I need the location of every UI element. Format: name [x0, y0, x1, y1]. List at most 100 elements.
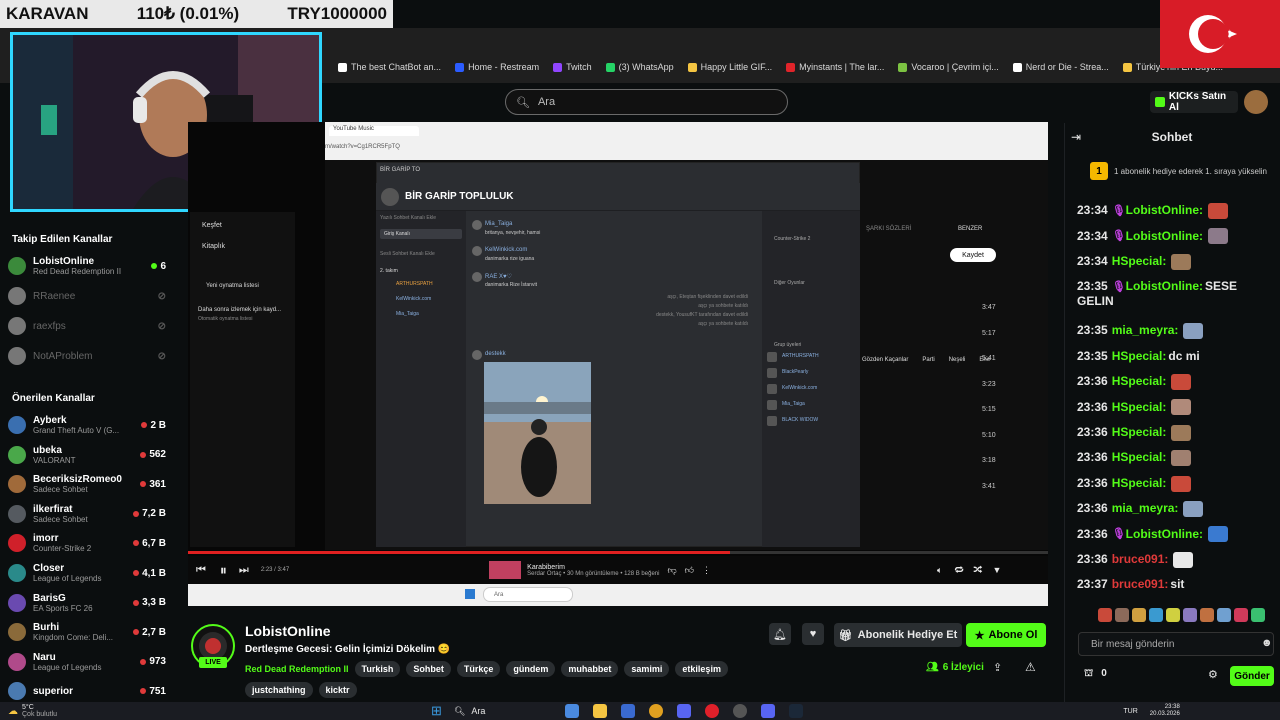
chat-username[interactable]: HSpecial:: [1112, 349, 1167, 363]
chat-username[interactable]: bruce091:: [1112, 552, 1169, 566]
stream-tag[interactable]: gündem: [506, 661, 556, 677]
previous-icon[interactable]: ⏮: [196, 564, 206, 577]
chat-username[interactable]: HSpecial:: [1112, 254, 1167, 268]
emote-5-icon[interactable]: [1166, 608, 1180, 622]
member-name[interactable]: Mia_Taiga: [782, 401, 805, 407]
discord-icon-2[interactable]: [761, 704, 776, 718]
yt-library[interactable]: Kitaplık: [202, 243, 225, 250]
more-icon[interactable]: ⋮: [702, 565, 711, 576]
shuffle-icon[interactable]: 🔀︎: [973, 564, 982, 577]
steam-icon[interactable]: [789, 704, 804, 718]
emote-2-icon[interactable]: [1115, 608, 1129, 622]
stream-tag[interactable]: etkileşim: [675, 661, 728, 677]
emoji-icon[interactable]: ☻: [1261, 637, 1273, 649]
stream-tag[interactable]: kicktr: [318, 682, 357, 698]
chat-input[interactable]: Bir mesaj gönderin ☻: [1078, 632, 1274, 656]
channel-item-ubeka[interactable]: ubeka VALORANT 562: [8, 440, 166, 470]
buy-kicks-button[interactable]: KICKs Satın Al: [1150, 91, 1238, 113]
like-icon[interactable]: 👍︎: [685, 565, 694, 576]
expand-icon[interactable]: ▼: [992, 565, 1001, 575]
emote-7-icon[interactable]: [1200, 608, 1214, 622]
next-icon[interactable]: ⏭: [239, 564, 249, 577]
stream-tag[interactable]: Türkçe: [456, 661, 501, 677]
store-icon[interactable]: [621, 704, 636, 718]
member-name[interactable]: ARTHURSPATH: [782, 353, 819, 359]
send-button[interactable]: Gönder: [1230, 666, 1274, 686]
chat-username[interactable]: HSpecial:: [1112, 450, 1167, 464]
yt-chip[interactable]: Parti: [922, 357, 934, 363]
stream-tag[interactable]: justchathing: [245, 682, 313, 698]
user-avatar[interactable]: [1244, 90, 1268, 114]
bookmark-item[interactable]: Happy Little GIF...: [687, 62, 772, 72]
chat-username[interactable]: bruce091:: [1112, 577, 1169, 591]
channel-item-barisg[interactable]: BarisG EA Sports FC 26 3,3 B: [8, 588, 166, 618]
member-name[interactable]: BLACK WIDOW: [782, 417, 818, 423]
stream-category[interactable]: Red Dead Redemption II: [245, 664, 349, 674]
bookmark-item[interactable]: The best ChatBot an...: [338, 62, 441, 72]
taskbar-search[interactable]: 🔍︎ Ara: [454, 706, 485, 717]
bookmark-item[interactable]: Vocaroo | Çevrim içi...: [898, 62, 999, 72]
yt-explore[interactable]: Keşfet: [202, 222, 222, 229]
emote-1-icon[interactable]: [1098, 608, 1112, 622]
channel-item-ayberk[interactable]: Ayberk Grand Theft Auto V (G... 2 B: [8, 410, 166, 440]
clock[interactable]: 23:38 20.03.2026: [1150, 704, 1180, 718]
emote-4-icon[interactable]: [1149, 608, 1163, 622]
chat-username[interactable]: mia_meyra:: [1112, 501, 1179, 515]
favorite-button[interactable]: ♥: [802, 623, 824, 645]
chat-username[interactable]: LobistOnline:: [1126, 527, 1203, 541]
channel-item-burhi[interactable]: Burhi Kingdom Come: Deli... 2,7 B: [8, 617, 166, 647]
yt-chip[interactable]: Neşeli: [949, 357, 966, 363]
stream-tag[interactable]: Sohbet: [406, 661, 451, 677]
stream-tag[interactable]: muhabbet: [561, 661, 619, 677]
chat-username[interactable]: LobistOnline:: [1126, 229, 1203, 243]
chrome-icon[interactable]: [649, 704, 664, 718]
channel-item-imorr[interactable]: imorr Counter-Strike 2 6,7 B: [8, 528, 166, 558]
chat-username[interactable]: HSpecial:: [1112, 400, 1167, 414]
widgets-icon[interactable]: [565, 704, 580, 718]
stream-tag[interactable]: samimi: [624, 661, 670, 677]
emote-8-icon[interactable]: [1217, 608, 1231, 622]
obs-icon[interactable]: [733, 704, 748, 718]
yt-tab-lyrics[interactable]: ŞARKI SÖZLERİ: [866, 226, 911, 232]
bookmark-item[interactable]: Twitch: [553, 62, 592, 72]
chat-username[interactable]: LobistOnline:: [1126, 279, 1203, 293]
channel-item-rraenee[interactable]: RRaenee ⊘: [8, 281, 166, 311]
bookmark-item[interactable]: Nerd or Die - Strea...: [1012, 62, 1109, 72]
channel-item-lobistonline[interactable]: LobistOnline Red Dead Redemption II 6: [8, 251, 166, 281]
gift-subscription-button[interactable]: 🎁︎ Abonelik Hediye Et: [834, 623, 962, 647]
emote-6-icon[interactable]: [1183, 608, 1197, 622]
save-button[interactable]: Kaydet: [950, 248, 996, 262]
channel-item-naru[interactable]: Naru League of Legends 973: [8, 647, 166, 677]
chat-username[interactable]: LobistOnline:: [1126, 203, 1203, 217]
emote-3-icon[interactable]: [1132, 608, 1146, 622]
start-icon[interactable]: ⊞: [431, 703, 442, 719]
stream-tag[interactable]: Turkish: [354, 661, 401, 677]
channel-item-ilkerfirat[interactable]: ilkerfirat Sadece Sohbet 7,2 B: [8, 499, 166, 529]
channel-item-closer[interactable]: Closer League of Legends 4,1 B: [8, 558, 166, 588]
volume-icon[interactable]: 🔈︎: [937, 565, 942, 576]
emote-9-icon[interactable]: [1234, 608, 1248, 622]
chat-username[interactable]: HSpecial:: [1112, 476, 1167, 490]
chat-username[interactable]: mia_meyra:: [1112, 323, 1179, 337]
file-explorer-icon[interactable]: [593, 704, 608, 718]
kicks-balance[interactable]: ⛫ 0: [1084, 668, 1107, 681]
tray-lang[interactable]: TUR: [1123, 708, 1137, 715]
notification-bell-button[interactable]: 🔔︎: [769, 623, 791, 645]
search-input[interactable]: 🔍︎ Ara: [505, 89, 788, 115]
subscribe-button[interactable]: ★ Abone Ol: [966, 623, 1046, 647]
emote-10-icon[interactable]: [1251, 608, 1265, 622]
member-name[interactable]: KelWinkick.com: [782, 385, 817, 391]
discord-app-icon[interactable]: [677, 704, 692, 718]
bookmark-item[interactable]: Home - Restream: [455, 62, 539, 72]
progress-track[interactable]: [188, 551, 1048, 554]
pause-icon[interactable]: ⏸: [220, 562, 227, 579]
channel-item-raexfps[interactable]: raexfps ⊘: [8, 311, 166, 341]
opera-icon[interactable]: [705, 704, 720, 718]
weather-widget[interactable]: 5°C Çok bulutlu: [22, 704, 57, 718]
share-icon[interactable]: ⇪: [993, 661, 1002, 674]
channel-item-beceriksizromeo0[interactable]: BeceriksizRomeo0 Sadece Sohbet 361: [8, 469, 166, 499]
channel-item-notaproblem[interactable]: NotAProblem ⊘: [8, 341, 166, 371]
report-icon[interactable]: ⚠: [1025, 660, 1036, 674]
settings-gear-icon[interactable]: ⚙: [1208, 668, 1218, 681]
yt-tab-related[interactable]: BENZER: [958, 226, 982, 232]
